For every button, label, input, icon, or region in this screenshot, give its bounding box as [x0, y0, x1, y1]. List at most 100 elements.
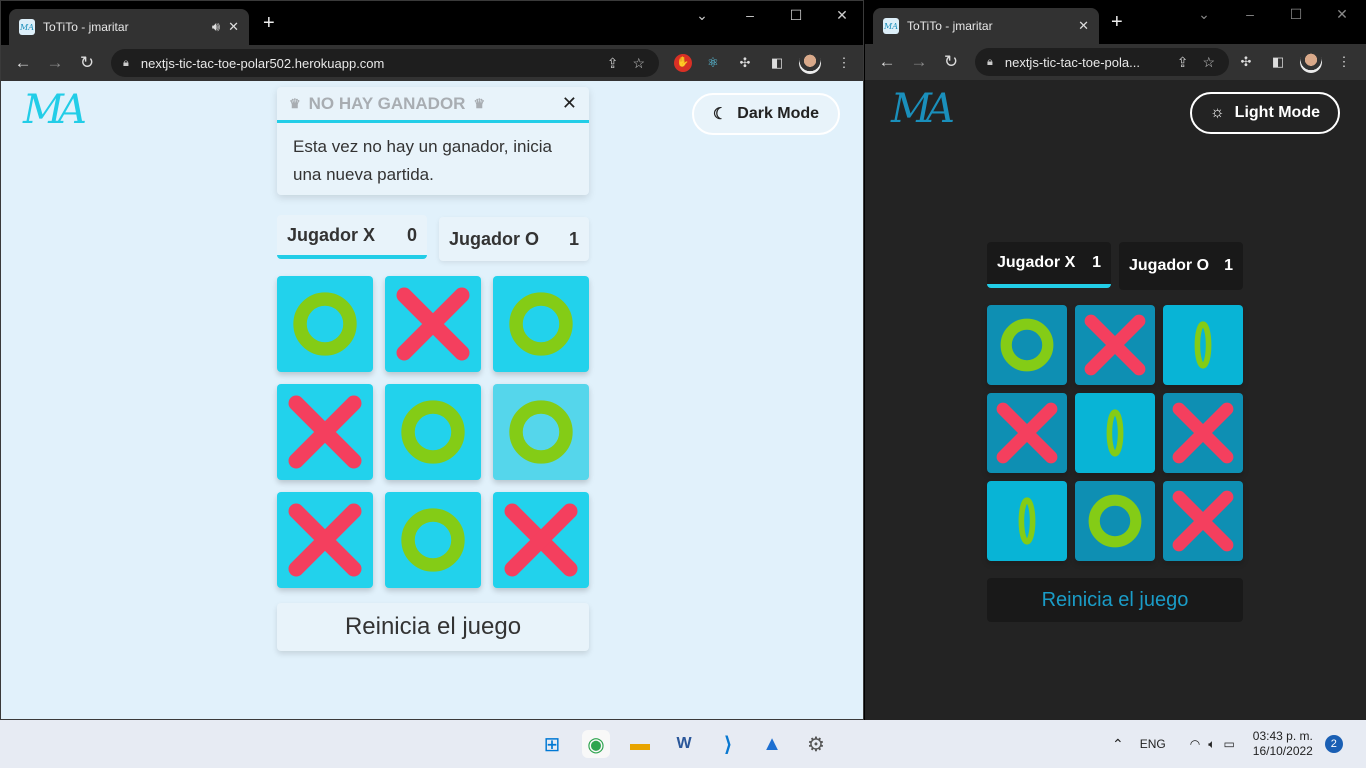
- title-bar: MA ToTiTo - jmaritar 🔊︎ ✕ + ⌄ – ☐ ✕: [1, 1, 863, 45]
- new-tab-button[interactable]: +: [263, 13, 275, 33]
- board-cell[interactable]: [1163, 481, 1243, 561]
- board-cell[interactable]: [1075, 305, 1155, 385]
- restart-button[interactable]: Reinicia el juego: [987, 578, 1243, 622]
- player-label: Jugador X: [997, 254, 1076, 271]
- o-mark-icon: [1106, 409, 1124, 457]
- vscode-icon[interactable]: ⟩: [714, 730, 742, 758]
- language-indicator[interactable]: ENG: [1140, 737, 1166, 751]
- close-window-button[interactable]: ✕: [1327, 6, 1357, 23]
- minimize-button[interactable]: –: [1235, 6, 1265, 22]
- player-label: Jugador O: [449, 228, 540, 249]
- menu-icon[interactable]: ⋮: [1335, 53, 1353, 71]
- board-cell[interactable]: [987, 393, 1067, 473]
- site-logo[interactable]: MA: [891, 86, 955, 132]
- board-cell[interactable]: [385, 384, 481, 480]
- word-icon[interactable]: W: [670, 730, 698, 758]
- back-icon[interactable]: ←: [7, 53, 39, 73]
- board-cell[interactable]: [987, 481, 1067, 561]
- close-window-button[interactable]: ✕: [827, 7, 857, 24]
- tab-title: ToTiTo - jmaritar: [43, 20, 129, 34]
- clock-time: 03:43 p. m.: [1252, 729, 1313, 743]
- address-bar[interactable]: 🔒︎ nextjs-tic-tac-toe-polar502.herokuapp…: [111, 49, 659, 77]
- toast-title: NO HAY GANADOR: [308, 93, 466, 113]
- share-icon[interactable]: ⇪: [607, 55, 619, 72]
- back-icon[interactable]: ←: [871, 52, 903, 72]
- profile-avatar[interactable]: [799, 52, 821, 74]
- chrome-icon[interactable]: ◉: [582, 730, 610, 758]
- tab-favicon: MA: [883, 18, 899, 34]
- board-cell[interactable]: [385, 492, 481, 588]
- notification-badge[interactable]: 2: [1324, 735, 1343, 753]
- board-cell[interactable]: [493, 384, 589, 480]
- board-cell[interactable]: [277, 384, 373, 480]
- extensions-icon[interactable]: ✣: [1237, 53, 1255, 71]
- board-cell[interactable]: [385, 276, 481, 372]
- toast-message: Esta vez no hay un ganador, inicia una n…: [293, 137, 552, 184]
- mode-button-label: Dark Mode: [737, 105, 820, 122]
- x-mark-icon: [288, 503, 362, 577]
- side-panel-icon[interactable]: ◧: [768, 54, 786, 72]
- o-mark-icon: [401, 508, 465, 572]
- restart-button[interactable]: Reinicia el juego: [277, 603, 589, 651]
- close-toast-icon[interactable]: ✕: [562, 93, 577, 114]
- profile-avatar[interactable]: [1300, 51, 1322, 73]
- score-player-o: Jugador O 1: [1119, 242, 1243, 290]
- adblock-icon[interactable]: ✋: [674, 54, 692, 72]
- chevron-up-icon[interactable]: ⌃: [1112, 736, 1124, 753]
- maximize-button[interactable]: ☐: [1281, 6, 1311, 23]
- x-mark-icon: [1172, 490, 1234, 552]
- forward-icon[interactable]: →: [39, 53, 71, 73]
- board-cell[interactable]: [277, 492, 373, 588]
- maximize-button[interactable]: ☐: [781, 7, 811, 24]
- menu-icon[interactable]: ⋮: [835, 54, 853, 72]
- bookmark-star-icon[interactable]: ☆: [1202, 54, 1215, 71]
- forward-icon[interactable]: →: [903, 52, 935, 72]
- tab-title: ToTiTo - jmaritar: [907, 19, 993, 33]
- browser-tab[interactable]: MA ToTiTo - jmaritar ✕: [873, 8, 1099, 44]
- settings-gear-icon[interactable]: ⚙: [802, 730, 830, 758]
- side-panel-icon[interactable]: ◧: [1269, 53, 1287, 71]
- close-tab-icon[interactable]: ✕: [1078, 18, 1089, 34]
- dark-mode-button[interactable]: ☾ Dark Mode: [692, 93, 840, 135]
- minimize-button[interactable]: –: [735, 7, 765, 23]
- battery-icon[interactable]: ▭: [1223, 737, 1234, 751]
- share-icon[interactable]: ⇪: [1177, 54, 1189, 71]
- reload-icon[interactable]: ↻: [935, 52, 967, 72]
- o-mark-icon: [293, 292, 357, 356]
- react-devtools-icon[interactable]: ⚛: [704, 54, 722, 72]
- bookmark-star-icon[interactable]: ☆: [632, 55, 645, 72]
- board-cell[interactable]: [987, 305, 1067, 385]
- close-tab-icon[interactable]: ✕: [228, 19, 239, 35]
- board-cell[interactable]: [1163, 305, 1243, 385]
- board-cell[interactable]: [493, 492, 589, 588]
- browser-tab[interactable]: MA ToTiTo - jmaritar 🔊︎ ✕: [9, 9, 249, 45]
- board-cell[interactable]: [1075, 393, 1155, 473]
- volume-icon[interactable]: 🔈︎: [1208, 737, 1215, 752]
- mode-button-label: Light Mode: [1234, 104, 1320, 121]
- new-tab-button[interactable]: +: [1111, 12, 1123, 32]
- speaker-icon[interactable]: 🔊︎: [212, 19, 220, 35]
- clock[interactable]: 03:43 p. m. 16/10/2022: [1253, 729, 1313, 759]
- reload-icon[interactable]: ↻: [71, 53, 103, 73]
- taskbar: ⊞ ◉ ▬ W ⟩ ▲ ⚙ ⌃ ENG ◠ 🔈︎ ▭ 03:43 p. m. 1…: [0, 720, 1366, 768]
- tab-favicon: MA: [19, 19, 35, 35]
- light-mode-button[interactable]: ☼ Light Mode: [1190, 92, 1340, 134]
- board-cell[interactable]: [277, 276, 373, 372]
- file-explorer-icon[interactable]: ▬: [626, 730, 654, 758]
- board-cell[interactable]: [1075, 481, 1155, 561]
- o-mark-icon: [509, 292, 573, 356]
- photos-icon[interactable]: ▲: [758, 730, 786, 758]
- board-cell[interactable]: [1163, 393, 1243, 473]
- windows-start-icon[interactable]: ⊞: [538, 730, 566, 758]
- lock-icon: 🔒︎: [123, 56, 129, 69]
- player-score: 1: [568, 228, 579, 249]
- score-player-o: Jugador O 1: [439, 217, 589, 261]
- wifi-icon[interactable]: ◠: [1190, 737, 1200, 751]
- tab-search-icon[interactable]: ⌄: [687, 7, 717, 24]
- o-mark-icon: [1088, 494, 1142, 548]
- address-bar[interactable]: 🔒︎ nextjs-tic-tac-toe-pola... ⇪ ☆: [975, 48, 1229, 76]
- site-logo[interactable]: MA: [23, 87, 87, 133]
- tab-search-icon[interactable]: ⌄: [1189, 6, 1219, 23]
- extensions-icon[interactable]: ✣: [736, 54, 754, 72]
- board-cell[interactable]: [493, 276, 589, 372]
